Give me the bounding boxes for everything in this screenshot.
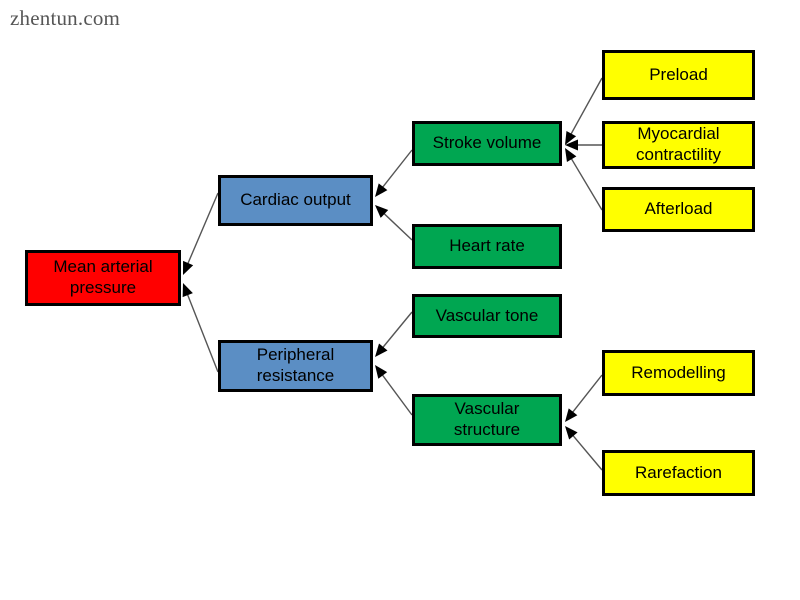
edge-stroke-to-cardiac (381, 149, 413, 189)
arrowhead-stroke-to-cardiac (375, 183, 388, 197)
edge-vascularstruct-to-peripheral (380, 373, 413, 416)
edge-remodelling-to-vascularstruct (571, 374, 603, 414)
arrowhead-afterload-to-stroke (565, 148, 577, 162)
arrowhead-peripheral-to-map (182, 283, 193, 298)
edge-afterload-to-stroke (570, 157, 603, 211)
edge-rarefaction-to-vascularstruct (571, 433, 603, 471)
edge-cardiac-to-map (186, 192, 219, 266)
node-label: Preload (649, 64, 708, 84)
node-label: Heart rate (449, 236, 525, 256)
node-stroke: Stroke volume (412, 121, 562, 166)
arrowhead-cardiac-to-map (183, 260, 194, 275)
node-label: Peripheral resistance (256, 345, 335, 385)
node-rarefaction: Rarefaction (602, 450, 755, 496)
edge-peripheral-to-map (186, 292, 219, 373)
watermark-label: zhentun.com (10, 6, 121, 30)
node-myocardial: Myocardial contractility (602, 121, 755, 169)
arrowhead-rarefaction-to-vascularstruct (565, 426, 578, 440)
node-label: Mean arterial pressure (53, 257, 153, 297)
edge-heartrate-to-cardiac (382, 212, 413, 241)
node-preload: Preload (602, 50, 755, 100)
node-label: Vascular structure (453, 399, 521, 439)
arrowhead-vascularstruct-to-peripheral (375, 365, 388, 379)
node-label: Myocardial contractility (635, 124, 722, 164)
arrowhead-remodelling-to-vascularstruct (565, 408, 578, 422)
diagram-canvas: zhentun.com Mean arterial pressure Cardia… (0, 0, 800, 600)
node-map: Mean arterial pressure (25, 250, 181, 306)
node-afterload: Afterload (602, 187, 755, 232)
node-cardiac: Cardiac output (218, 175, 373, 226)
arrowhead-heartrate-to-cardiac (375, 205, 389, 218)
edge-preload-to-stroke (569, 77, 603, 136)
node-label: Vascular tone (435, 305, 539, 325)
node-label: Remodelling (631, 362, 726, 382)
node-remodelling: Remodelling (602, 350, 755, 396)
node-label: Afterload (644, 199, 713, 219)
node-label: Stroke volume (432, 133, 542, 153)
node-vascularstruct: Vascular structure (412, 394, 562, 446)
node-vasculartone: Vascular tone (412, 294, 562, 338)
arrowhead-preload-to-stroke (565, 130, 577, 145)
arrowhead-myocardial-to-stroke (565, 139, 578, 151)
node-label: Rarefaction (635, 462, 722, 482)
arrowhead-vasculartone-to-peripheral (375, 343, 388, 357)
node-label: Cardiac output (240, 190, 351, 210)
node-peripheral: Peripheral resistance (218, 340, 373, 392)
node-heartrate: Heart rate (412, 224, 562, 269)
edge-vasculartone-to-peripheral (381, 311, 413, 349)
